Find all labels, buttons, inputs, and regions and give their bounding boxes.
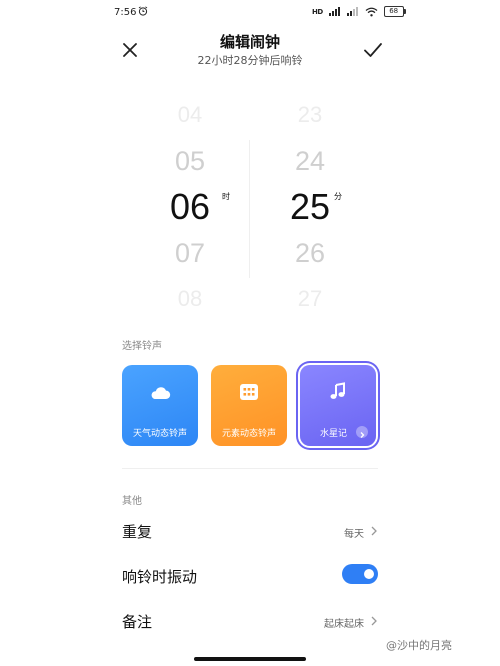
hour-option[interactable]: 04 xyxy=(130,92,250,138)
signal-bars-icon xyxy=(328,7,340,16)
hour-selected-value: 06 xyxy=(169,186,211,227)
home-indicator[interactable] xyxy=(194,657,306,661)
status-bar: 7:56 HD 68 xyxy=(0,0,500,26)
header: 编辑闹钟 22小时28分钟后响铃 xyxy=(0,26,500,78)
toggle-knob xyxy=(364,569,374,579)
note-row[interactable]: 备注 起床起床 xyxy=(122,607,378,635)
status-right-cluster: HD 68 xyxy=(312,6,406,17)
grid-icon xyxy=(240,384,258,400)
cloud-icon xyxy=(151,387,171,399)
weather-ringtone-label: 天气动态铃声 xyxy=(132,429,187,439)
hour-option[interactable]: 07 xyxy=(130,230,250,276)
minute-selected[interactable]: 25 分 xyxy=(250,184,370,230)
minute-selected-value: 25 xyxy=(289,186,331,227)
minute-unit-label: 分 xyxy=(334,192,342,201)
vibrate-toggle[interactable] xyxy=(342,564,378,584)
other-section-label: 其他 xyxy=(122,496,142,507)
vibrate-row[interactable]: 响铃时振动 xyxy=(122,562,378,590)
element-ringtone-card[interactable]: 元素动态铃声 xyxy=(211,365,287,446)
signal-bars-icon-2 xyxy=(346,7,358,16)
hour-selected[interactable]: 06 时 xyxy=(130,184,250,230)
vibrate-label: 响铃时振动 xyxy=(122,568,198,586)
minute-option[interactable]: 27 xyxy=(250,276,370,322)
signal-hd-icon: HD xyxy=(312,7,323,16)
hour-picker[interactable]: 04 05 06 时 07 08 xyxy=(130,92,250,322)
battery-icon: 68 xyxy=(383,6,406,17)
weather-ringtone-card[interactable]: 天气动态铃声 xyxy=(122,365,198,446)
wifi-icon xyxy=(365,7,378,16)
minute-option[interactable]: 24 xyxy=(250,138,370,184)
element-ringtone-label: 元素动态铃声 xyxy=(221,429,276,439)
hour-unit-label: 时 xyxy=(222,192,230,201)
status-time: 7:56 xyxy=(114,7,137,18)
countdown-subtitle: 22小时28分钟后响铃 xyxy=(197,54,303,67)
note-label: 备注 xyxy=(122,613,153,631)
chevron-right-icon xyxy=(371,616,377,626)
chevron-right-icon xyxy=(371,526,377,536)
music-note-icon xyxy=(330,382,345,399)
alarm-status-icon xyxy=(138,6,148,16)
repeat-label: 重复 xyxy=(122,523,153,541)
hour-option[interactable]: 08 xyxy=(130,276,250,322)
hour-option[interactable]: 05 xyxy=(130,138,250,184)
chevron-right-icon xyxy=(356,426,368,438)
music-ringtone-label: 水星记 xyxy=(320,429,348,439)
minute-option[interactable]: 26 xyxy=(250,230,370,276)
repeat-row[interactable]: 重复 每天 xyxy=(122,517,378,545)
section-divider xyxy=(122,468,378,469)
music-ringtone-card[interactable]: 水星记 xyxy=(300,365,376,446)
watermark: @沙中的月亮 xyxy=(386,639,452,652)
confirm-check-icon[interactable] xyxy=(360,38,386,62)
page-title: 编辑闹钟 xyxy=(219,33,280,51)
note-value: 起床起床 xyxy=(324,619,364,630)
minute-picker[interactable]: 23 24 25 分 26 27 xyxy=(250,92,370,322)
minute-option[interactable]: 23 xyxy=(250,92,370,138)
repeat-value: 每天 xyxy=(344,529,364,540)
sound-section-label: 选择铃声 xyxy=(122,341,162,352)
